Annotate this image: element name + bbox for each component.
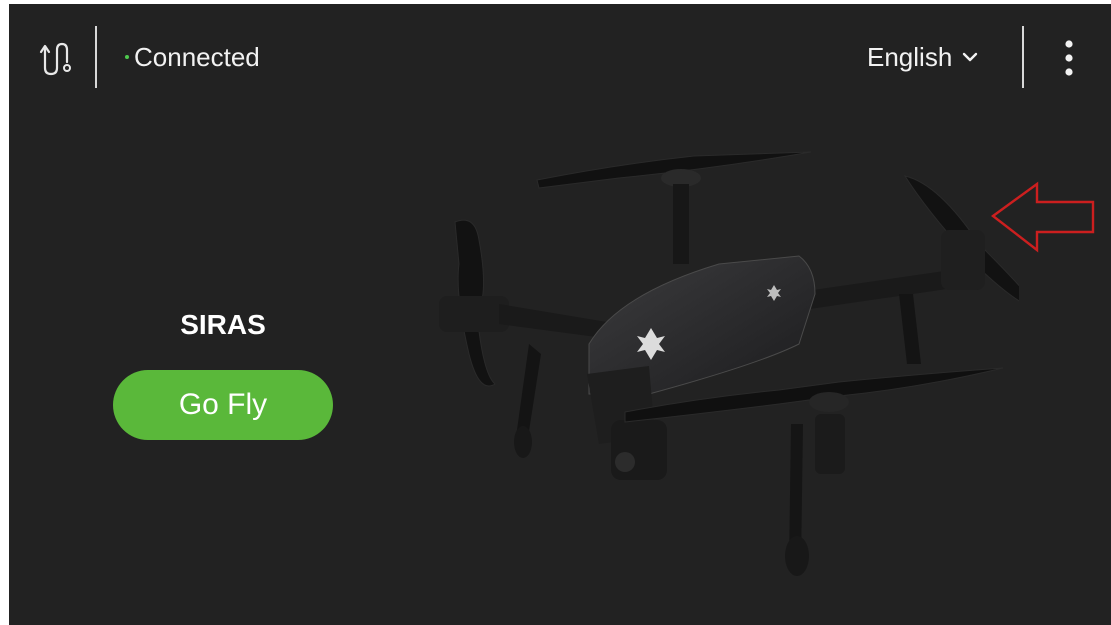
connection-status: Connected [125, 40, 260, 74]
status-dot-icon [125, 55, 129, 59]
topbar-divider [95, 26, 97, 88]
screenshot-frame: Connected English SIRAS Go Fly [0, 0, 1111, 625]
red-arrow-annotation [990, 181, 1095, 253]
top-bar: Connected English [9, 4, 1111, 104]
drone-name: SIRAS [180, 309, 266, 340]
route-icon[interactable] [35, 38, 71, 78]
chevron-down-icon [963, 52, 978, 62]
go-fly-button[interactable]: Go Fly [113, 370, 333, 440]
drone-image [439, 151, 1019, 576]
connection-status-label: Connected [134, 41, 260, 72]
language-label: English [867, 41, 953, 72]
more-vertical-icon[interactable] [1055, 36, 1083, 80]
language-selector[interactable]: English [867, 40, 978, 74]
topbar-divider [1022, 26, 1024, 88]
app-screen: Connected English SIRAS Go Fly [9, 4, 1111, 625]
